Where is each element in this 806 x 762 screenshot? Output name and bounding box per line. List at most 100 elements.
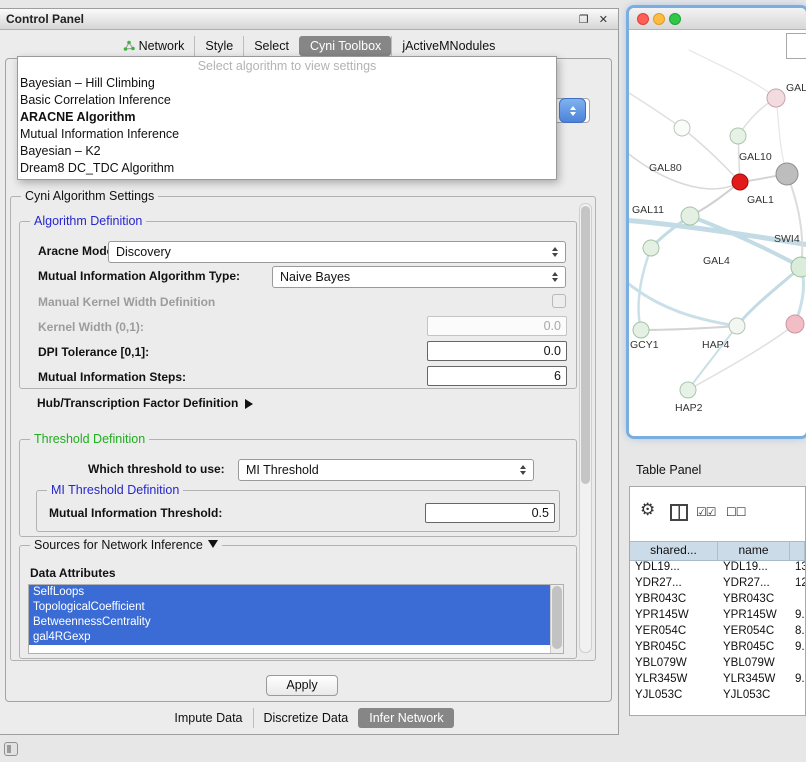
tab-cyni-toolbox[interactable]: Cyni Toolbox [299,36,391,56]
minimize-traffic-light-icon[interactable] [653,13,665,25]
network-edge[interactable] [688,324,795,390]
network-node[interactable] [729,318,745,334]
mi-threshold-input[interactable]: 0.5 [425,503,555,523]
table-row[interactable]: YDR27...YDR27...12. [630,575,805,591]
attribute-item-selected[interactable]: gal4RGexp [29,630,551,645]
network-node[interactable] [681,207,699,225]
table-cell: 8. [790,623,805,639]
network-edge[interactable] [689,50,776,98]
network-node[interactable] [767,89,785,107]
mi-steps-input[interactable]: 6 [427,366,567,386]
tab-jactivemnodules[interactable]: jActiveMNodules [391,36,505,56]
network-node[interactable] [730,128,746,144]
network-node[interactable] [643,240,659,256]
network-node[interactable] [633,322,649,338]
table-cell: YBL079W [630,655,718,671]
network-edge[interactable] [688,326,737,390]
attribute-item-selected[interactable]: TopologicalCoefficient [29,600,551,615]
network-edge[interactable] [787,174,802,267]
network-node[interactable] [680,382,696,398]
table-row[interactable]: YBR045CYBR045C9. [630,639,805,655]
table-row[interactable]: YBL079WYBL079W [630,655,805,671]
data-attributes-list[interactable]: SelfLoops TopologicalCoefficient Between… [28,584,564,654]
algorithm-option[interactable]: Dream8 DC_TDC Algorithm [18,160,556,177]
table-row[interactable]: YBR043CYBR043C [630,591,805,607]
table-body: YDL19...YDL19...13YDR27...YDR27...12.YBR… [630,559,805,703]
aracne-mode-select[interactable]: Discovery [108,241,566,263]
algorithm-option[interactable]: Bayesian – K2 [18,143,556,160]
docked-panel-icon[interactable] [4,742,18,756]
algorithm-option[interactable]: Basic Correlation Inference [18,92,556,109]
table-panel: ⚙ ☑☑ ☐☐ shared... name YDL19...YDL19...1… [629,486,806,716]
network-edge[interactable] [639,248,651,330]
network-edge[interactable] [629,90,682,128]
network-node[interactable] [791,257,806,277]
algorithm-select-spinner-icon[interactable] [559,98,586,123]
network-canvas[interactable]: GALGAL80GAL10GAL11GAL1SWI4GAL4GCY1HAP4HA… [629,30,806,436]
tab-discretize-data[interactable]: Discretize Data [253,708,359,728]
network-edge[interactable] [776,98,787,174]
table-cell: YPR145W [718,607,790,623]
float-window-icon[interactable]: ❐ [579,13,589,26]
network-view-window: GALGAL80GAL10GAL11GAL1SWI4GAL4GCY1HAP4HA… [629,8,806,436]
network-node[interactable] [732,174,748,190]
settings-scrollbar[interactable] [579,203,592,653]
table-cell: YBR045C [630,639,718,655]
attributes-scrollbar[interactable] [550,585,563,653]
column-header-name[interactable]: name [718,542,790,560]
mi-type-select[interactable]: Naive Bayes [272,266,566,288]
hub-definition-toggle[interactable]: Hub/Transcription Factor Definition [37,396,258,410]
network-node[interactable] [776,163,798,185]
network-edge[interactable] [629,280,737,326]
close-traffic-light-icon[interactable] [637,13,649,25]
which-threshold-select[interactable]: MI Threshold [238,459,534,481]
dpi-tolerance-input[interactable]: 0.0 [427,341,567,361]
tab-network[interactable]: Network [113,36,195,56]
table-header: shared... name [630,541,805,561]
close-window-icon[interactable]: ✕ [599,13,608,26]
control-panel-titlebar[interactable]: Control Panel ❐ ✕ [0,9,618,30]
column-header-shared-name[interactable]: shared... [630,542,718,560]
attribute-item-selected[interactable]: SelfLoops [29,585,551,600]
zoom-traffic-light-icon[interactable] [669,13,681,25]
table-row[interactable]: YER054CYER054C8. [630,623,805,639]
select-all-icon[interactable]: ☑☑ [696,505,716,519]
tab-infer-network[interactable]: Infer Network [358,708,453,728]
node-label: GAL10 [739,151,772,163]
attributes-scrollbar-thumb[interactable] [552,586,562,649]
sources-toggle[interactable]: Sources for Network Inference [30,538,222,553]
tab-style[interactable]: Style [194,36,243,56]
algorithm-option[interactable]: Mutual Information Inference [18,126,556,143]
manual-kernel-checkbox[interactable] [552,294,566,308]
table-row[interactable]: YJL053CYJL053C [630,687,805,703]
kernel-width-input[interactable]: 0.0 [427,316,567,336]
mi-steps-label: Mutual Information Steps: [38,370,186,384]
columns-icon[interactable] [670,504,688,521]
mi-type-label: Mutual Information Algorithm Type: [38,269,240,283]
node-label: GAL11 [632,204,664,216]
attribute-item-selected[interactable]: BetweennessCentrality [29,615,551,630]
algorithm-option-selected[interactable]: ARACNE Algorithm [18,109,556,126]
dpi-tolerance-label: DPI Tolerance [0,1]: [38,345,149,359]
network-icon [123,40,135,52]
table-row[interactable]: YPR145WYPR145W9. [630,607,805,623]
network-window-titlebar[interactable] [629,8,806,30]
column-header-clipped[interactable] [790,542,805,560]
tab-select[interactable]: Select [243,36,299,56]
network-node[interactable] [674,120,690,136]
control-panel-window: Control Panel ❐ ✕ Network Style Select C… [0,8,619,735]
table-row[interactable]: YDL19...YDL19...13 [630,559,805,575]
apply-button[interactable]: Apply [266,675,338,696]
deselect-all-icon[interactable]: ☐☐ [726,505,746,519]
network-node[interactable] [786,315,804,333]
network-edge[interactable] [641,326,737,330]
gear-icon[interactable]: ⚙ [640,501,655,518]
table-cell: YBR043C [718,591,790,607]
settings-scrollbar-thumb[interactable] [581,206,590,484]
algorithm-option[interactable]: Bayesian – Hill Climbing [18,75,556,92]
mi-threshold-label: Mutual Information Threshold: [49,506,222,520]
network-edge[interactable] [629,150,740,189]
tab-impute-data[interactable]: Impute Data [164,708,252,728]
table-row[interactable]: YLR345WYLR345W9. [630,671,805,687]
network-tool-box[interactable] [786,33,806,59]
